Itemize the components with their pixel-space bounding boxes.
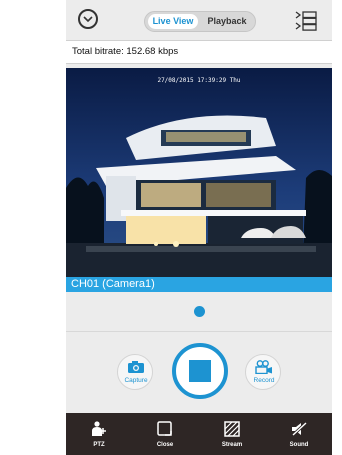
view-mode-toggle: Live View Playback bbox=[144, 11, 256, 32]
total-bitrate: Total bitrate: 152.68 kbps bbox=[66, 40, 332, 64]
close-button[interactable]: Close bbox=[132, 413, 198, 455]
capture-button[interactable]: Capture bbox=[117, 354, 153, 390]
stream-icon bbox=[224, 421, 240, 437]
stop-button[interactable] bbox=[172, 343, 228, 399]
osd-timestamp: 27/08/2015 17:39:29 Thu bbox=[157, 77, 241, 84]
layout-list-icon[interactable] bbox=[294, 9, 318, 33]
record-label: Record bbox=[253, 377, 275, 384]
bottom-toolbar: PTZ Close Stream Sound bbox=[66, 413, 332, 455]
stream-label: Stream bbox=[221, 442, 243, 448]
mute-icon bbox=[291, 421, 308, 437]
capture-label: Capture bbox=[124, 377, 148, 384]
tab-playback[interactable]: Playback bbox=[201, 14, 253, 29]
live-video-feed[interactable]: 27/08/2015 17:39:29 Thu bbox=[66, 68, 332, 277]
tab-live-view[interactable]: Live View bbox=[148, 14, 198, 29]
video-record-icon bbox=[255, 360, 272, 374]
top-bar: Live View Playback bbox=[66, 0, 332, 40]
sound-button[interactable]: Sound bbox=[266, 413, 332, 455]
camera-icon bbox=[128, 361, 144, 373]
stop-icon bbox=[189, 360, 211, 382]
app-screen: Live View Playback Total bitrate: 152.68… bbox=[66, 0, 332, 455]
channel-label: CH01 (Camera1) bbox=[66, 277, 332, 292]
page-indicator-dot[interactable] bbox=[194, 306, 205, 317]
ptz-label: PTZ bbox=[93, 442, 105, 448]
record-button[interactable]: Record bbox=[245, 354, 281, 390]
ptz-icon bbox=[92, 421, 106, 436]
stream-button[interactable]: Stream bbox=[199, 413, 265, 455]
control-panel: Capture Record bbox=[66, 331, 332, 414]
close-label: Close bbox=[156, 442, 174, 448]
ptz-button[interactable]: PTZ bbox=[66, 413, 132, 455]
close-square-icon bbox=[157, 421, 172, 436]
sound-label: Sound bbox=[289, 442, 309, 448]
camera-image bbox=[66, 68, 332, 277]
chevron-down-circle-icon[interactable] bbox=[78, 9, 98, 29]
